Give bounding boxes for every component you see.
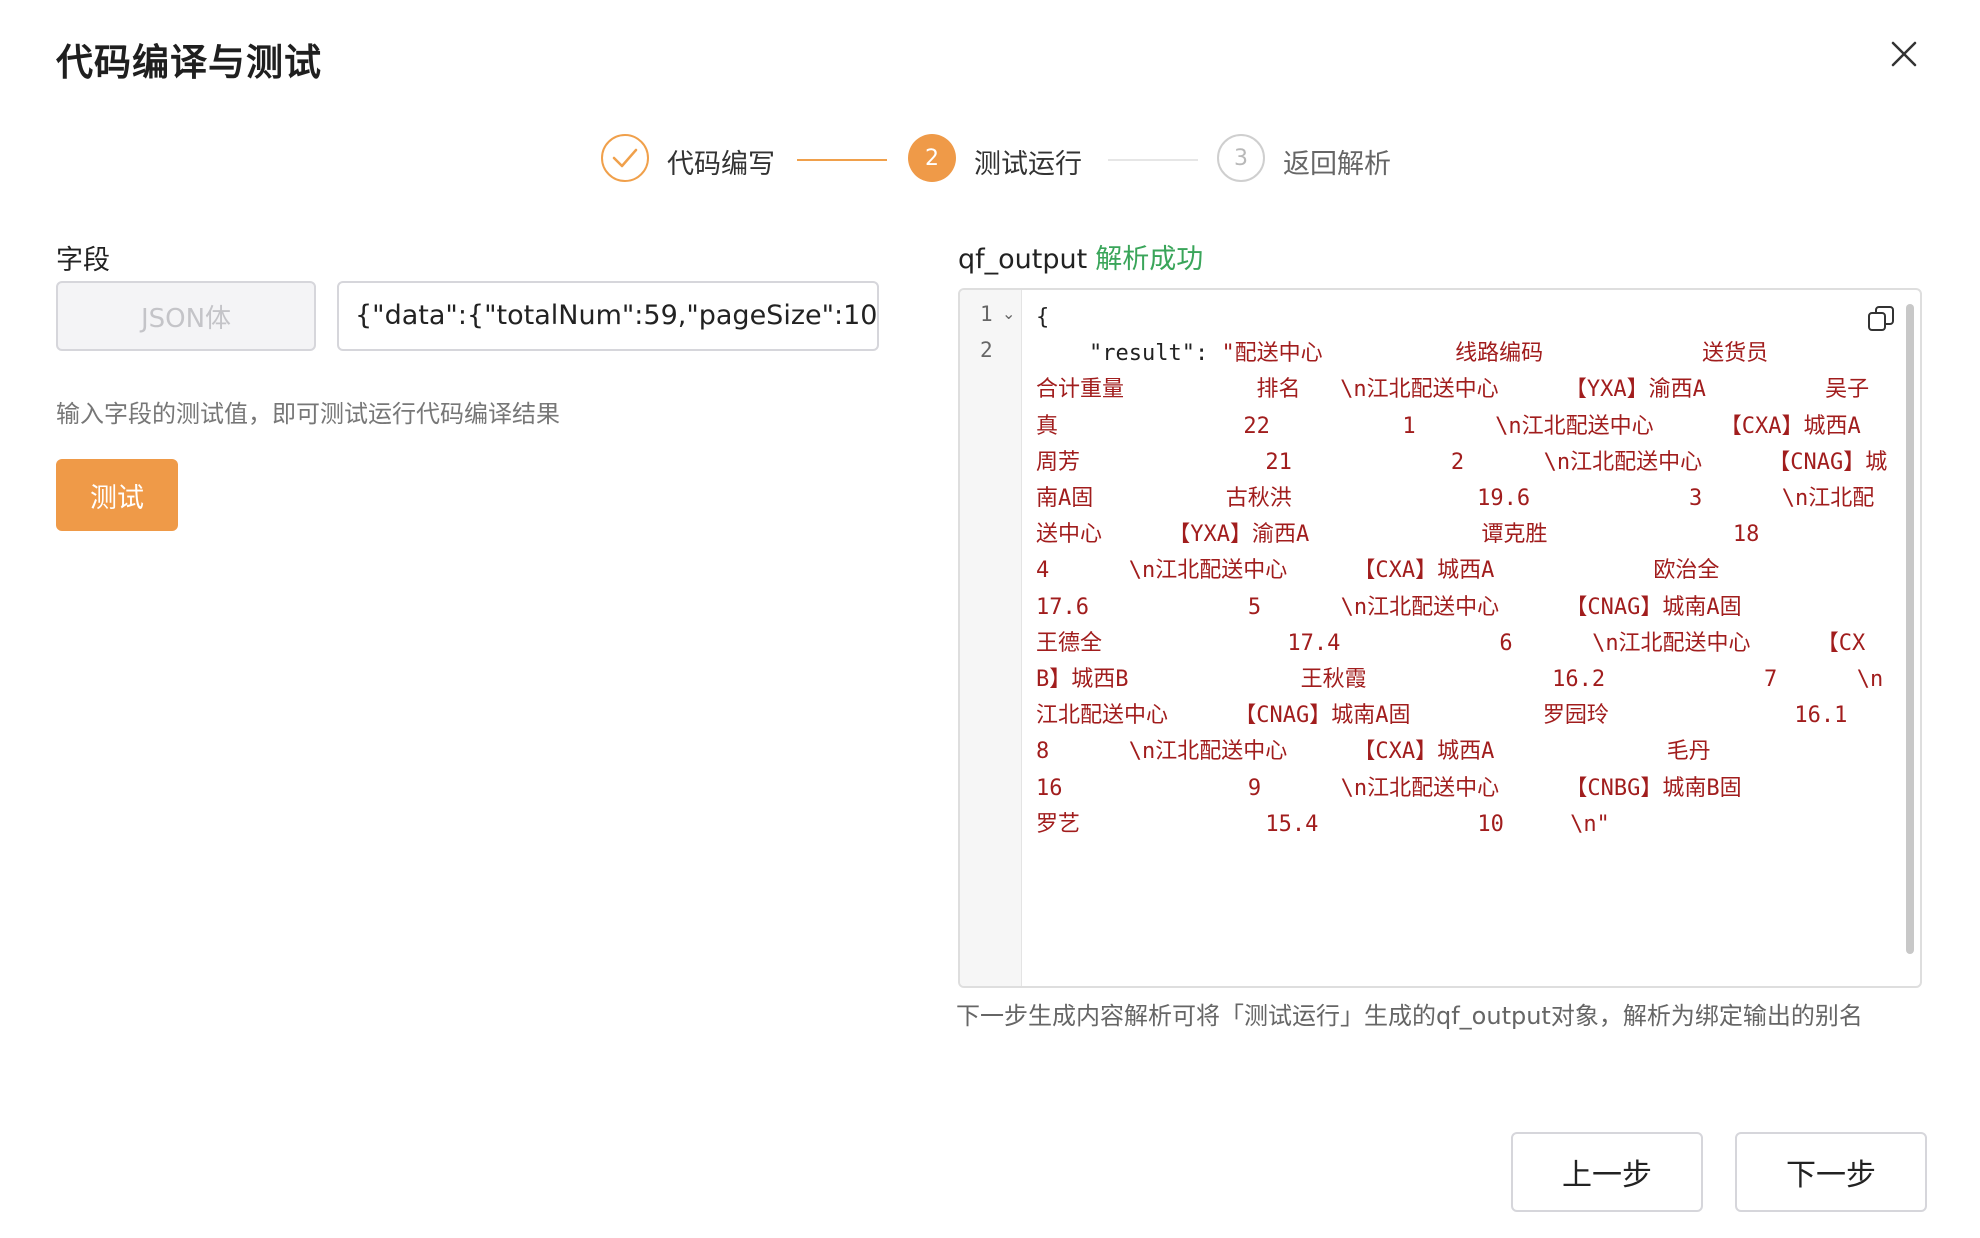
- code-key: "result":: [1036, 341, 1222, 367]
- field-value-text: {"data":{"totalNum":59,"pageSize":10,': [355, 300, 879, 331]
- code-content: { "result": "配送中心 线路编码 送货员 合计重量 排名 \n江北配…: [1036, 300, 1888, 980]
- step-connector: [1108, 159, 1198, 161]
- output-code-editor[interactable]: 1 ⌄ 2 { "result": "配送中心 线路编码 送货员 合计重量 排名…: [958, 288, 1922, 988]
- field-value-input[interactable]: {"data":{"totalNum":59,"pageSize":10,': [337, 281, 879, 351]
- check-icon: [601, 134, 649, 182]
- editor-scrollbar[interactable]: [1906, 304, 1914, 954]
- step-code-writing: 代码编写: [667, 149, 775, 180]
- dialog-title: 代码编译与测试: [56, 41, 322, 84]
- fold-chevron-icon[interactable]: ⌄: [1002, 304, 1015, 323]
- output-label: qf_output 解析成功: [958, 237, 1203, 276]
- code-open-brace: {: [1036, 305, 1050, 330]
- step-2-badge: 2: [908, 134, 956, 182]
- progress-steps: 代码编写 2 测试运行 3 返回解析: [0, 134, 1980, 186]
- previous-step-button[interactable]: 上一步: [1511, 1132, 1703, 1212]
- output-hint: 下一步生成内容解析可将「测试运行」生成的qf_output对象，解析为绑定输出的…: [956, 1002, 1863, 1030]
- line-number: 2: [980, 338, 993, 362]
- close-icon[interactable]: [1882, 32, 1926, 76]
- line-number-gutter: 1 ⌄ 2: [960, 290, 1022, 986]
- test-button[interactable]: 测试: [56, 459, 178, 531]
- code-string-value: "配送中心 线路编码 送货员 合计重量 排名 \n江北配送中心 【YXA】渝西A…: [1036, 341, 1888, 837]
- copy-icon[interactable]: [1866, 304, 1896, 334]
- code-compile-test-dialog: 代码编译与测试 代码编写 2 测试运行 3 返回解析 字段 JSON体 {"da…: [0, 0, 1980, 1238]
- field-hint: 输入字段的测试值，即可测试运行代码编译结果: [56, 400, 560, 428]
- step-return-parse: 返回解析: [1283, 149, 1391, 180]
- step-connector: [797, 159, 887, 161]
- line-number: 1: [980, 302, 993, 326]
- next-step-button[interactable]: 下一步: [1735, 1132, 1927, 1212]
- field-label: 字段: [56, 245, 110, 276]
- field-type-select[interactable]: JSON体: [56, 281, 316, 351]
- parse-status: 解析成功: [1095, 244, 1204, 275]
- step-3-badge: 3: [1217, 134, 1265, 182]
- step-test-run: 测试运行: [974, 149, 1082, 180]
- output-variable-name: qf_output: [958, 244, 1088, 275]
